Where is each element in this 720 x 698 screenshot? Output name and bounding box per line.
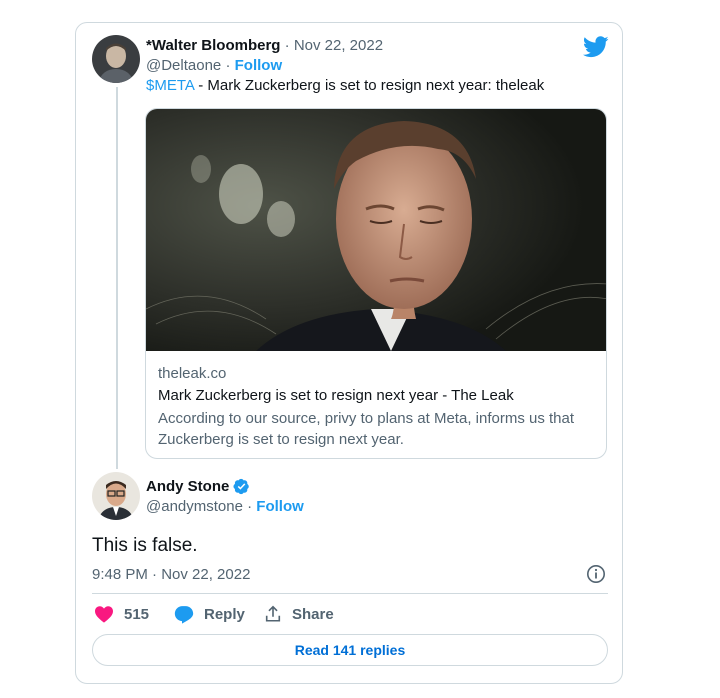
twitter-bird-icon[interactable] — [582, 36, 609, 63]
quoted-tweet-body: - Mark Zuckerberg is set to resign next … — [194, 77, 545, 94]
link-domain: theleak.co — [158, 365, 227, 382]
reply-author-handle[interactable]: @andymstone — [146, 498, 243, 515]
reply-timestamp-link[interactable]: 9:48 PM · Nov 22, 2022 — [92, 566, 250, 583]
follow-andymstone-button[interactable]: Follow — [256, 498, 304, 515]
reply-button[interactable]: Reply — [174, 605, 245, 624]
reply-author-name[interactable]: Andy Stone — [146, 478, 229, 495]
article-preview-image — [146, 109, 606, 351]
heart-icon — [94, 605, 124, 623]
quoted-author-name[interactable]: *Walter Bloomberg — [146, 37, 280, 54]
link-preview-card[interactable]: theleak.co Mark Zuckerberg is set to res… — [145, 108, 607, 459]
follow-deltaone-button[interactable]: Follow — [235, 57, 283, 74]
walter-bloomberg-avatar[interactable] — [92, 35, 140, 83]
actions-divider — [92, 593, 608, 594]
link-description-line1: According to our source, privy to plans … — [158, 410, 575, 427]
like-count: 515 — [124, 605, 150, 623]
meta-cashtag-link[interactable]: $META — [146, 77, 194, 94]
thread-connector-line — [116, 87, 118, 469]
info-icon[interactable] — [586, 564, 606, 589]
reply-tweet-text: This is false. — [92, 535, 198, 556]
quoted-tweet-text: $META - Mark Zuckerberg is set to resign… — [146, 77, 544, 94]
share-icon — [264, 605, 292, 623]
andy-stone-avatar[interactable] — [92, 472, 140, 520]
link-title: Mark Zuckerberg is set to resign next ye… — [158, 387, 514, 404]
share-button[interactable]: Share — [264, 605, 334, 623]
share-label: Share — [292, 605, 334, 623]
quoted-tweet-date[interactable]: Nov 22, 2022 — [294, 37, 383, 54]
quoted-author-handle[interactable]: @Deltaone — [146, 57, 221, 74]
reply-bubble-icon — [174, 605, 204, 624]
link-description-line2: Zuckerberg is set to resign next year. — [158, 431, 404, 448]
like-button[interactable]: 515 — [94, 605, 149, 623]
quoted-handle-separator: · — [225, 57, 231, 74]
reply-label: Reply — [204, 606, 245, 623]
quoted-date-separator: · — [284, 37, 290, 54]
read-replies-button[interactable]: Read 141 replies — [92, 634, 608, 666]
reply-handle-separator: · — [247, 498, 253, 515]
verified-badge-icon — [233, 478, 250, 495]
